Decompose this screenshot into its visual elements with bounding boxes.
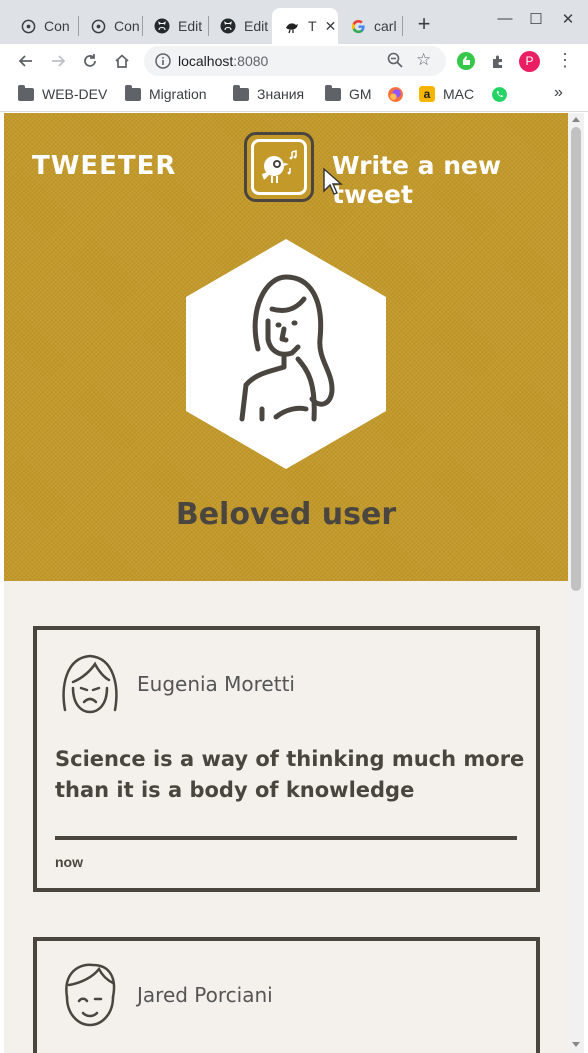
profile-avatar[interactable]: P [519, 51, 540, 72]
tweet-divider [55, 836, 517, 840]
tab-title: Con [114, 18, 140, 34]
tweet-card: Jared Porciani [33, 937, 540, 1053]
extension-green-icon[interactable] [457, 52, 475, 70]
github-icon [220, 18, 236, 34]
info-icon[interactable] [154, 52, 172, 70]
folder-icon [325, 84, 341, 101]
tab-title: T [308, 18, 317, 34]
page-viewport: TWEETER Write a new tweet Beloved user E… [4, 113, 568, 1053]
tab-title: Edit [244, 18, 269, 34]
tab-title: Con [44, 18, 70, 34]
compose-tweet-button[interactable] [244, 132, 314, 202]
globe-icon [90, 18, 106, 34]
bookmark-folder-web-dev[interactable]: WEB-DEV [18, 84, 108, 102]
bookmark-mac[interactable]: a MAC [419, 86, 474, 102]
bookmark-label: Знания [257, 86, 305, 102]
bookmark-firefox-icon[interactable] [387, 86, 404, 103]
tweet-card: Eugenia Moretti Science is a way of thin… [33, 626, 540, 892]
compose-tweet-label[interactable]: Write a new tweet [332, 151, 568, 209]
address-bar[interactable]: localhost:8080 ☆ [144, 46, 446, 76]
back-icon[interactable] [14, 49, 38, 73]
bookmark-folder-migration[interactable]: Migration [125, 84, 207, 102]
url-text: localhost:8080 [178, 53, 268, 69]
tab-title: Edit [178, 18, 203, 34]
tab-separator [402, 16, 403, 36]
reload-icon[interactable] [78, 49, 102, 73]
tab-strip: Con Con Edit Edit T ✕ carl + — ☐ ✕ [0, 0, 588, 44]
browser-toolbar: localhost:8080 ☆ P ⋮ [0, 44, 588, 78]
scroll-down-arrow-icon[interactable] [572, 1042, 580, 1047]
bookmark-folder-gm[interactable]: GM [325, 84, 372, 102]
page-scrollbar[interactable] [568, 113, 584, 1053]
bird-icon [284, 18, 300, 34]
tab-5-active[interactable]: T ✕ [272, 8, 338, 44]
bookmark-whatsapp-icon[interactable] [491, 86, 508, 103]
close-icon[interactable]: ✕ [325, 18, 337, 35]
mouse-cursor-icon [323, 167, 343, 195]
singing-bird-icon [262, 150, 297, 183]
scrollbar-thumb[interactable] [571, 127, 581, 591]
tab-title: carl [374, 18, 397, 34]
github-icon [154, 18, 170, 34]
home-icon[interactable] [110, 49, 134, 73]
tweet-text: Science is a way of thinking much more t… [55, 747, 525, 802]
bookmarks-overflow-icon[interactable]: » [554, 84, 563, 102]
profile-avatar-hexagon [186, 239, 386, 469]
profile-header: TWEETER Write a new tweet Beloved user [4, 113, 568, 581]
bookmark-label: Migration [149, 86, 207, 102]
tweet-author[interactable]: Jared Porciani [137, 983, 273, 1007]
tweet-timestamp: now [55, 854, 83, 870]
url-port: :8080 [233, 53, 269, 69]
tweet-author[interactable]: Eugenia Moretti [137, 672, 295, 696]
tab-4[interactable]: Edit [208, 8, 272, 44]
bookmark-star-icon[interactable]: ☆ [416, 50, 431, 70]
minimize-icon[interactable]: — [493, 10, 517, 27]
window-close-icon[interactable]: ✕ [556, 10, 580, 28]
google-icon [350, 18, 366, 34]
browser-window: Con Con Edit Edit T ✕ carl + — ☐ ✕ local… [0, 0, 588, 1053]
folder-icon [125, 84, 141, 101]
tab-1[interactable]: Con [8, 8, 72, 44]
woman-frowning-avatar-icon [62, 654, 118, 714]
browser-menu-icon[interactable]: ⋮ [556, 50, 574, 71]
tab-6[interactable]: carl [338, 8, 402, 44]
folder-icon [18, 84, 34, 101]
compose-icon-frame [251, 139, 307, 195]
url-host: localhost [178, 53, 234, 69]
brand-logo[interactable]: TWEETER [32, 151, 176, 181]
tab-3[interactable]: Edit [142, 8, 206, 44]
maximize-icon[interactable]: ☐ [524, 10, 548, 28]
bookmark-label: WEB-DEV [42, 86, 108, 102]
bookmarks-bar: WEB-DEV Migration Знания GM a MAC » [0, 78, 588, 112]
man-winking-avatar-icon [65, 963, 116, 1027]
globe-icon [20, 18, 36, 34]
extensions-puzzle-icon[interactable] [486, 50, 510, 74]
folder-icon [233, 84, 249, 101]
bookmark-folder-znaniya[interactable]: Знания [233, 84, 305, 102]
profile-name: Beloved user [175, 497, 397, 532]
forward-icon[interactable] [46, 49, 70, 73]
bookmark-label: MAC [443, 86, 475, 102]
scroll-up-arrow-icon[interactable] [572, 117, 580, 122]
new-tab-button[interactable]: + [412, 13, 436, 37]
amazon-icon: a [419, 86, 435, 102]
bookmark-label: GM [349, 86, 372, 102]
zoom-icon[interactable] [386, 51, 404, 74]
tab-2[interactable]: Con [78, 8, 140, 44]
